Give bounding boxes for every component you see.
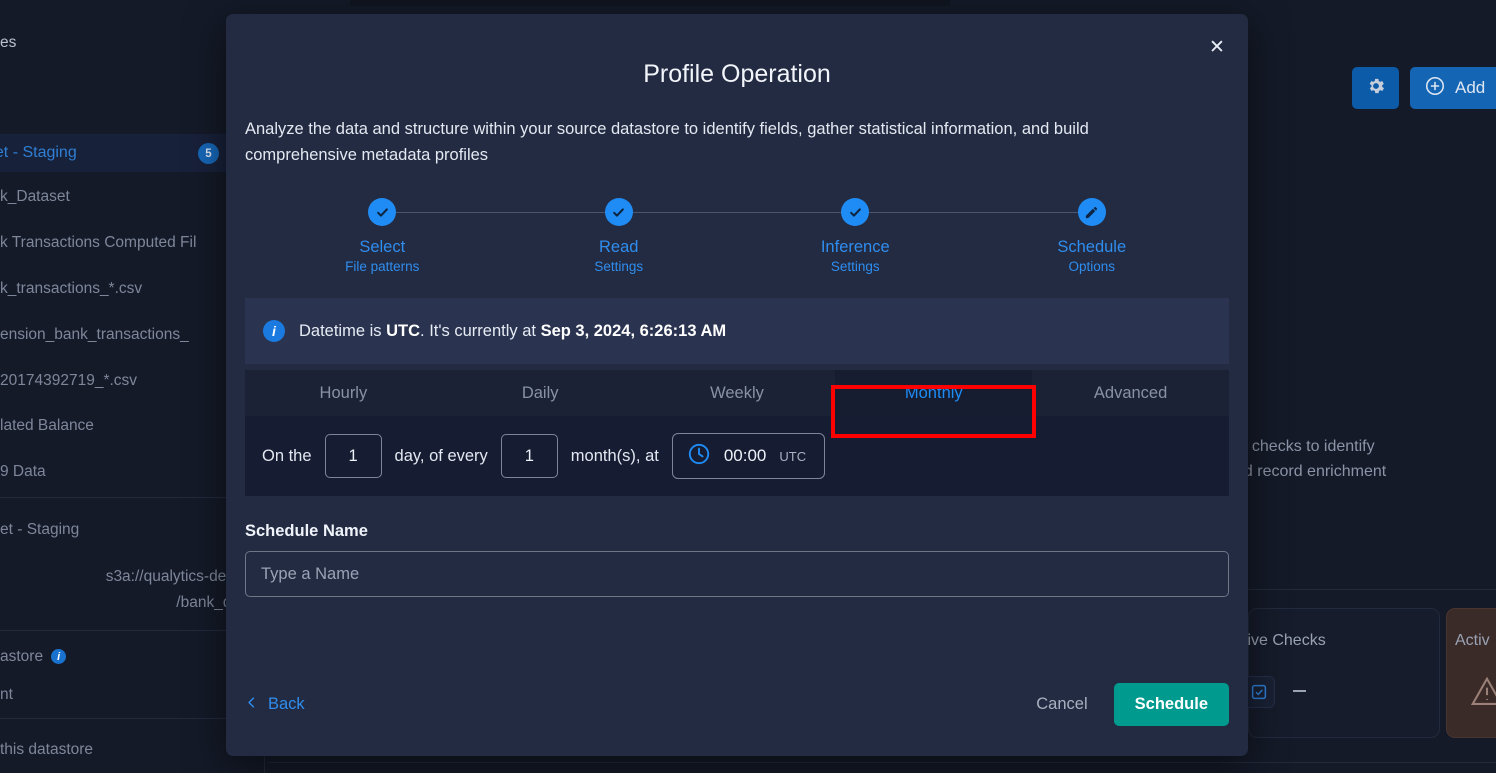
background-left-row-label: astore bbox=[0, 648, 44, 665]
background-right-text: nd record enrichment bbox=[1235, 463, 1387, 480]
schedule-suffix-label: month(s), at bbox=[570, 446, 659, 465]
schedule-middle-label: day, of every bbox=[394, 446, 488, 465]
stepper-connector bbox=[386, 212, 614, 214]
close-icon[interactable]: ✕ bbox=[1202, 32, 1232, 62]
datetime-info-banner: i Datetime is UTC. It's currently at Sep… bbox=[245, 298, 1229, 365]
background-divider bbox=[268, 762, 1496, 763]
background-right-text: ty checks to identify bbox=[1235, 438, 1375, 455]
month-interval-input[interactable] bbox=[500, 434, 558, 479]
stepper-step-schedule[interactable]: Schedule Options bbox=[974, 198, 1211, 282]
stepper-step-subtitle: Settings bbox=[830, 259, 880, 275]
add-button-label: Add bbox=[1455, 78, 1486, 97]
time-timezone-label: UTC bbox=[779, 448, 807, 464]
stepper-connector bbox=[623, 212, 851, 214]
cancel-button[interactable]: Cancel bbox=[1036, 695, 1087, 714]
stepper-step-subtitle: File patterns bbox=[345, 259, 420, 275]
stepper-step-title: Select bbox=[359, 238, 406, 257]
info-icon[interactable]: i bbox=[51, 649, 67, 665]
datetime-info-value: Sep 3, 2024, 6:26:13 AM bbox=[540, 321, 727, 340]
background-top-panel bbox=[350, 0, 950, 6]
datetime-info-middle: . It's currently at bbox=[420, 321, 541, 340]
stepper-step-inference[interactable]: Inference Settings bbox=[737, 198, 974, 282]
stepper-step-select[interactable]: Select File patterns bbox=[264, 198, 501, 282]
wizard-stepper: Select File patterns Read Settings Infer… bbox=[264, 198, 1210, 282]
stepper-connector bbox=[859, 212, 1087, 214]
tab-advanced[interactable]: Advanced bbox=[1032, 370, 1229, 416]
clock-icon bbox=[687, 442, 711, 471]
schedule-prefix-label: On the bbox=[262, 446, 312, 465]
schedule-name-input[interactable] bbox=[245, 551, 1229, 598]
background-count-badge: 5 bbox=[198, 143, 219, 164]
time-value: 00:00 bbox=[723, 446, 767, 466]
add-button[interactable]: Add bbox=[1410, 67, 1496, 109]
tab-monthly[interactable]: Monthly bbox=[835, 370, 1033, 417]
app-screen: es aset - Staging 5 k_Dataset k Transact… bbox=[0, 0, 1496, 773]
schedule-button[interactable]: Schedule bbox=[1113, 683, 1229, 726]
warning-triangle-icon bbox=[1470, 676, 1496, 711]
plus-circle-icon bbox=[1424, 75, 1446, 102]
stepper-step-subtitle: Options bbox=[1068, 259, 1116, 275]
stepper-step-read[interactable]: Read Settings bbox=[501, 198, 738, 282]
background-card-active-anomalies[interactable] bbox=[1446, 608, 1496, 738]
tab-weekly[interactable]: Weekly bbox=[639, 370, 836, 416]
datetime-info-prefix: Datetime is bbox=[299, 321, 387, 340]
info-icon: i bbox=[263, 320, 285, 343]
monthly-schedule-row: On the day, of every month(s), at 00:00 … bbox=[245, 416, 1229, 497]
gear-icon bbox=[1366, 76, 1386, 101]
background-card-active-checks[interactable] bbox=[1248, 608, 1440, 738]
stepper-step-title: Inference bbox=[820, 238, 890, 257]
modal-description: Analyze the data and structure within yo… bbox=[245, 120, 1089, 164]
settings-button[interactable] bbox=[1352, 67, 1399, 109]
background-card-title: ctive Checks bbox=[1235, 632, 1326, 649]
chevron-left-icon bbox=[245, 695, 258, 715]
time-picker[interactable]: 00:00 UTC bbox=[671, 433, 826, 480]
background-divider bbox=[1248, 589, 1496, 590]
profile-operation-modal: ✕ Profile Operation Analyze the data and… bbox=[226, 14, 1248, 756]
schedule-frequency-tabs: Hourly Daily Weekly Monthly Advanced bbox=[245, 370, 1229, 417]
tab-daily[interactable]: Daily bbox=[442, 370, 639, 416]
check-icon bbox=[368, 198, 397, 227]
stepper-step-title: Schedule bbox=[1057, 238, 1127, 257]
datetime-info-text: Datetime is UTC. It's currently at Sep 3… bbox=[299, 322, 726, 341]
stepper-step-subtitle: Settings bbox=[594, 259, 644, 275]
background-selected-label: aset - Staging bbox=[0, 144, 77, 161]
background-card-title: Activ bbox=[1455, 632, 1490, 649]
tab-hourly[interactable]: Hourly bbox=[245, 370, 442, 416]
stepper-step-title: Read bbox=[599, 238, 639, 257]
check-icon bbox=[841, 198, 870, 227]
modal-footer: Back Cancel Schedule bbox=[245, 683, 1229, 726]
back-button-label: Back bbox=[268, 695, 305, 713]
datetime-info-timezone: UTC bbox=[386, 321, 421, 340]
schedule-name-label: Schedule Name bbox=[245, 522, 368, 541]
check-icon bbox=[604, 198, 633, 227]
modal-title: Profile Operation bbox=[643, 60, 831, 88]
pencil-icon bbox=[1077, 198, 1106, 227]
day-of-month-input[interactable] bbox=[324, 434, 382, 479]
back-button[interactable]: Back bbox=[245, 695, 305, 715]
background-card-value bbox=[1293, 690, 1306, 692]
